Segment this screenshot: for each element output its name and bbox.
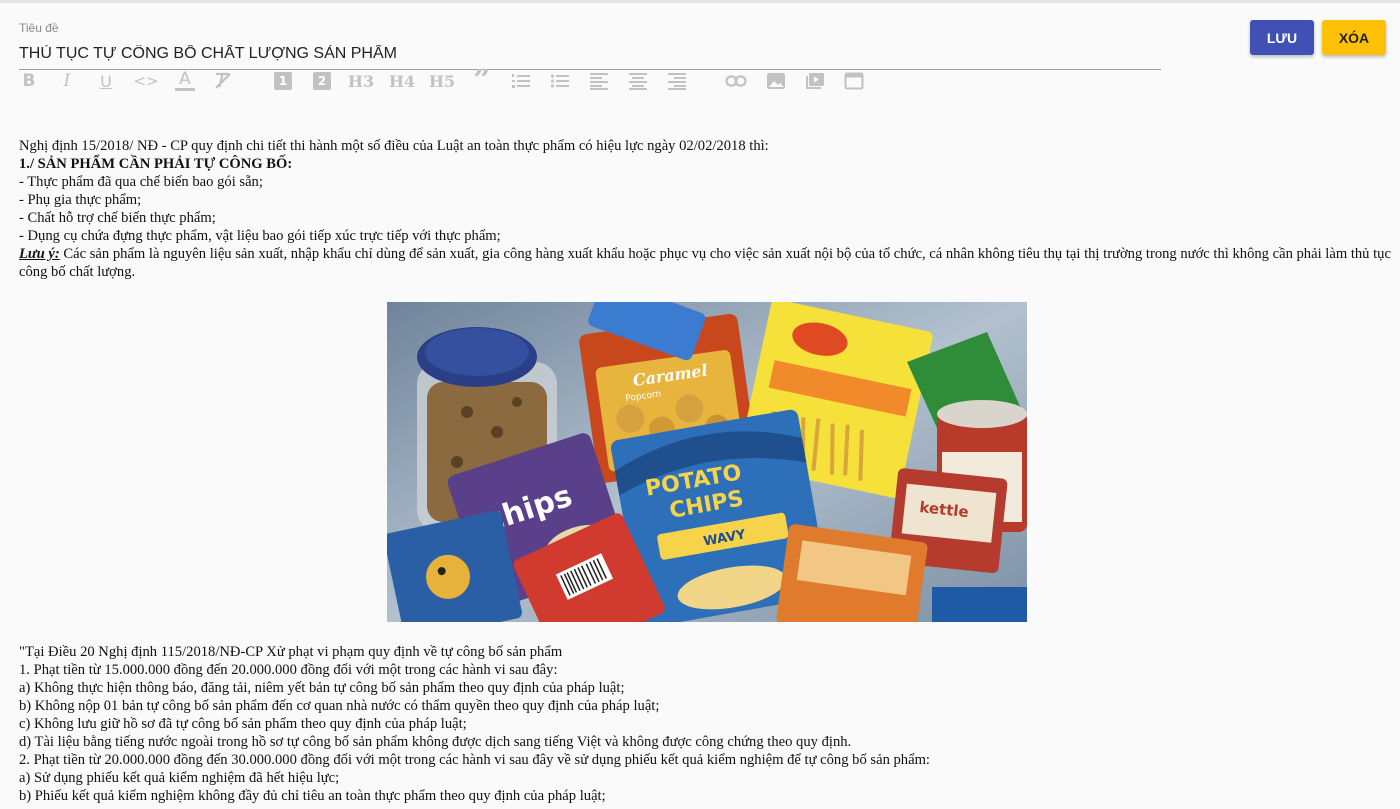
- blockquote-icon[interactable]: ”: [472, 69, 492, 93]
- note-paragraph: Lưu ý: Các sản phẩm là nguyên liệu sản x…: [19, 245, 1394, 281]
- unordered-list-icon[interactable]: [549, 69, 571, 93]
- align-center-icon[interactable]: [627, 69, 649, 93]
- code-icon[interactable]: <>: [133, 69, 158, 93]
- editor-header: Tiêu đề LƯU XÓA B I U <> A 1 2 H3 H4 H5 …: [0, 3, 1400, 113]
- heading1-icon[interactable]: 1: [274, 72, 292, 90]
- note-label: Lưu ý:: [19, 246, 60, 262]
- note-text: Các sản phẩm là nguyên liệu sản xuất, nh…: [19, 246, 1391, 280]
- title-input[interactable]: [19, 39, 1161, 70]
- penalty-line: b) Phiếu kết quả kiểm nghiệm không đầy đ…: [19, 788, 606, 804]
- penalty-line: c) Không lưu giữ hồ sơ đã tự công bố sản…: [19, 716, 467, 732]
- heading3-button[interactable]: H3: [348, 69, 374, 93]
- link-icon[interactable]: [724, 69, 748, 93]
- clear-format-icon[interactable]: [212, 69, 234, 93]
- intro-paragraph: Nghị định 15/2018/ NĐ - CP quy định chi …: [19, 138, 769, 154]
- list-item: - Thực phẩm đã qua chế biến bao gói sẵn;: [19, 174, 263, 190]
- penalty-line: a) Sử dụng phiếu kết quả kiểm nghiệm đã …: [19, 770, 340, 786]
- section-heading-1: 1./ SẢN PHẨM CẦN PHẢI TỰ CÔNG BỐ:: [19, 156, 293, 172]
- title-label: Tiêu đề: [19, 21, 59, 35]
- penalty-line: 2. Phạt tiền từ 20.000.000 đồng đến 30.0…: [19, 752, 930, 768]
- ordered-list-icon[interactable]: [510, 69, 532, 93]
- heading2-icon[interactable]: 2: [313, 72, 331, 90]
- delete-button[interactable]: XÓA: [1322, 20, 1386, 55]
- penalty-line: b) Không nộp 01 bản tự công bố sản phẩm …: [19, 698, 660, 714]
- heading4-button[interactable]: H4: [389, 69, 415, 93]
- list-item: - Dụng cụ chứa đựng thực phẩm, vật liệu …: [19, 228, 501, 244]
- penalty-line: 1. Phạt tiền từ 15.000.000 đồng đến 20.0…: [19, 662, 558, 678]
- italic-icon[interactable]: I: [59, 69, 75, 93]
- snack-products-image: Caramel Popcorn POTATO CHIPS WAVY chips …: [387, 302, 1027, 622]
- list-item: - Phụ gia thực phẩm;: [19, 192, 142, 208]
- section-heading-2: "Tại Điều 20 Nghị định 115/2018/NĐ-CP Xử…: [19, 644, 563, 660]
- list-item: - Chất hỗ trợ chế biến thực phẩm;: [19, 210, 216, 226]
- image-icon[interactable]: [765, 69, 787, 93]
- article-body-continued[interactable]: "Tại Điều 20 Nghị định 115/2018/NĐ-CP Xử…: [19, 643, 1394, 805]
- penalty-line: a) Không thực hiện thông báo, đăng tải, …: [19, 680, 625, 696]
- align-right-icon[interactable]: [666, 69, 688, 93]
- bold-icon[interactable]: B: [21, 69, 37, 93]
- heading5-button[interactable]: H5: [429, 69, 455, 93]
- align-left-icon[interactable]: [588, 69, 610, 93]
- underline-icon[interactable]: U: [98, 69, 114, 93]
- article-body[interactable]: Nghị định 15/2018/ NĐ - CP quy định chi …: [19, 137, 1394, 281]
- save-button[interactable]: LƯU: [1250, 20, 1314, 55]
- penalty-line: d) Tài liệu bằng tiếng nước ngoài trong …: [19, 734, 852, 750]
- embed-icon[interactable]: [843, 69, 865, 93]
- text-color-icon[interactable]: A: [175, 69, 195, 91]
- formatting-toolbar: B I U <> A 1 2 H3 H4 H5 ”: [19, 69, 899, 95]
- video-icon[interactable]: [804, 69, 826, 93]
